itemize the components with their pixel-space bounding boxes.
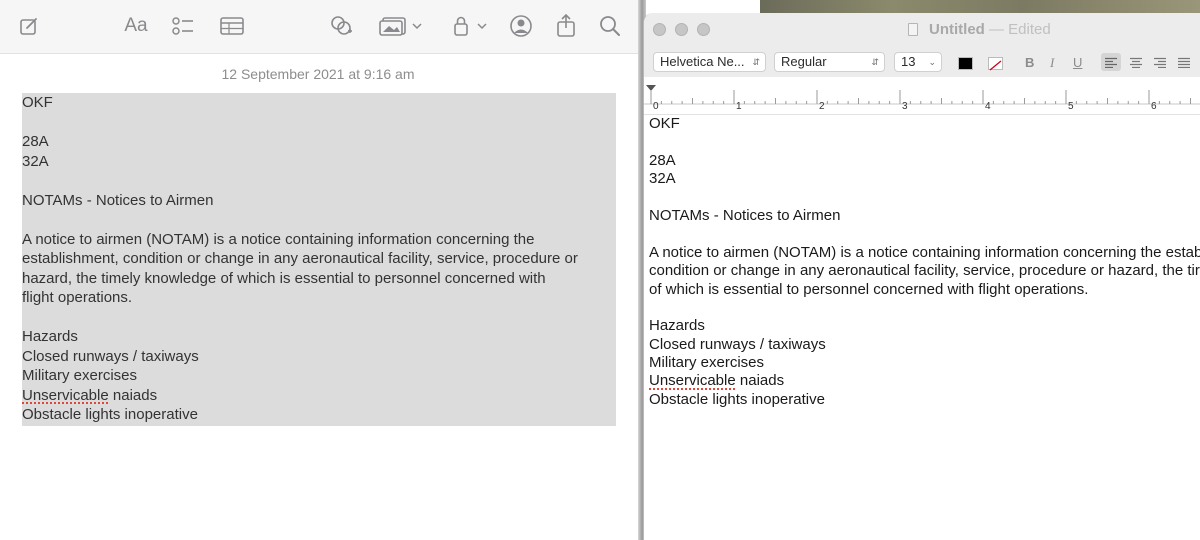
share-icon[interactable]	[554, 12, 578, 40]
note-line: 28A	[22, 133, 49, 150]
format-text-label: Aa	[124, 15, 148, 36]
zoom-button[interactable]	[697, 23, 710, 36]
italic-button[interactable]: I	[1050, 55, 1054, 71]
document-title: Untitled	[929, 21, 985, 38]
doc-line: Unservicable naiads	[649, 372, 1200, 390]
close-button[interactable]	[653, 23, 666, 36]
checklist-icon[interactable]	[170, 12, 196, 40]
ruler-number: 0	[653, 101, 659, 112]
share-people-icon[interactable]	[508, 12, 536, 40]
note-date: 12 September 2021 at 9:16 am	[221, 66, 415, 82]
note-paragraph-line: A notice to airmen (NOTAM) is a notice c…	[22, 230, 535, 248]
font-family-value: Helvetica Ne...	[660, 54, 745, 69]
notes-window: Aa 12 September 2021 at 9:16 am OKF 28A …	[0, 0, 642, 540]
ruler-scale: 0 1 2 3 4 5 6	[644, 85, 1200, 112]
align-center-icon[interactable]	[1126, 53, 1146, 71]
text-color-well[interactable]	[958, 57, 973, 70]
search-icon[interactable]	[598, 12, 622, 40]
bold-button[interactable]: B	[1025, 55, 1034, 70]
minimize-button[interactable]	[675, 23, 688, 36]
ruler-number: 3	[902, 101, 908, 112]
document-icon	[908, 23, 918, 36]
note-body-selected-text[interactable]: OKF 28A 32A NOTAMs - Notices to Airmen A…	[22, 93, 616, 426]
note-paragraph-line: establishment, condition or change in an…	[22, 250, 578, 267]
desktop-background	[760, 0, 1200, 14]
edited-status: Edited	[1008, 21, 1051, 38]
doc-line: NOTAMs - Notices to Airmen	[649, 206, 841, 224]
background-color-well[interactable]	[988, 57, 1003, 71]
chevron-updown-icon: ⇵	[752, 57, 760, 67]
doc-line: 28A	[649, 151, 676, 169]
doc-line: Obstacle lights inoperative	[649, 390, 825, 408]
font-size-value: 13	[901, 54, 916, 69]
chevron-down-icon: ⌄	[928, 57, 936, 67]
misspelled-word[interactable]: Unservicable	[22, 387, 109, 404]
note-line: NOTAMs - Notices to Airmen	[22, 191, 214, 209]
font-style-select[interactable]: Regular ⇵	[774, 52, 885, 72]
ruler-number: 6	[1151, 101, 1157, 112]
table-icon[interactable]	[218, 12, 246, 40]
font-family-select[interactable]: Helvetica Ne... ⇵	[653, 52, 766, 72]
underline-button[interactable]: U	[1073, 55, 1082, 70]
ruler-number: 2	[819, 101, 825, 112]
doc-line: OKF	[649, 115, 680, 132]
document-text-area[interactable]: OKF 28A 32A NOTAMs - Notices to Airmen A…	[649, 115, 1200, 409]
note-line: 32A	[22, 152, 49, 170]
align-right-icon[interactable]	[1150, 53, 1170, 71]
chevron-updown-icon: ⇵	[871, 57, 879, 67]
note-paragraph-line: flight operations.	[22, 289, 133, 306]
doc-line: Hazards	[649, 317, 705, 335]
doc-line: 32A	[649, 170, 676, 188]
ruler-number: 4	[985, 101, 991, 112]
collaborate-icon[interactable]	[328, 12, 354, 40]
ruler-number: 5	[1068, 101, 1074, 112]
lock-icon[interactable]	[452, 12, 492, 40]
note-line: Obstacle lights inoperative	[22, 406, 198, 423]
format-text-icon[interactable]: Aa	[120, 12, 152, 40]
doc-paragraph-line: of which is essential to personnel conce…	[649, 280, 1089, 298]
misspelled-word[interactable]: Unservicable	[649, 372, 736, 389]
note-paragraph-line: hazard, the timely knowledge of which is…	[22, 269, 546, 287]
title-bar[interactable]: Untitled — Edited	[644, 13, 1200, 47]
window-title: Untitled — Edited	[929, 21, 1051, 38]
doc-line: Closed runways / taxiways	[649, 335, 826, 353]
font-size-select[interactable]: 13 ⌄	[894, 52, 942, 72]
compose-icon[interactable]	[16, 12, 42, 40]
format-bar: Helvetica Ne... ⇵ Regular ⇵ 13 ⌄ B I U	[644, 47, 1200, 77]
doc-paragraph-line: A notice to airmen (NOTAM) is a notice c…	[649, 243, 1200, 261]
note-line: OKF	[22, 94, 53, 111]
doc-line: Military exercises	[649, 354, 765, 372]
textedit-window: Untitled — Edited Helvetica Ne... ⇵ Regul…	[643, 13, 1200, 540]
note-line: Unservicable naiads	[22, 386, 616, 406]
note-line: Closed runways / taxiways	[22, 347, 199, 365]
media-icon[interactable]	[378, 12, 424, 40]
title-separator: —	[984, 21, 1009, 38]
ruler-number: 1	[736, 101, 742, 112]
note-line: Military exercises	[22, 367, 138, 384]
align-left-icon[interactable]	[1101, 53, 1121, 71]
doc-paragraph-line: condition or change in any aeronautical …	[649, 262, 1200, 280]
no-color-icon	[989, 60, 1002, 71]
note-line-rest: naiads	[108, 386, 158, 404]
doc-line-rest: naiads	[735, 372, 785, 390]
align-justify-icon[interactable]	[1174, 53, 1194, 71]
note-line: Hazards	[22, 328, 78, 345]
notes-toolbar: Aa	[0, 0, 642, 54]
ruler[interactable]: 0 1 2 3 4 5 6	[644, 77, 1200, 115]
font-style-value: Regular	[781, 54, 827, 69]
